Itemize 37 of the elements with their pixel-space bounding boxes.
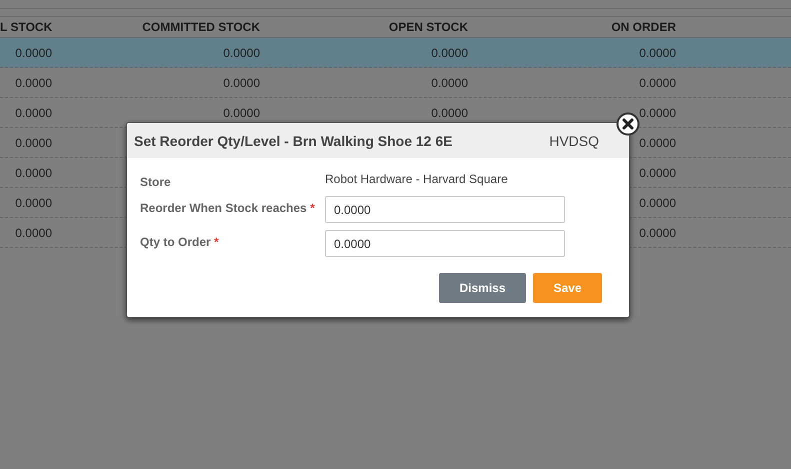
dismiss-button[interactable]: Dismiss (439, 273, 526, 303)
table-cell: 0.0000 (15, 106, 52, 120)
table-cell: 0.0000 (639, 106, 676, 120)
table-cell: 0.0000 (431, 46, 468, 60)
save-button[interactable]: Save (533, 273, 602, 303)
table-cell: 0.0000 (15, 46, 52, 60)
field-label: Reorder When Stock reaches * (140, 200, 316, 215)
input-field[interactable]: 0.0000 (325, 196, 565, 223)
table-cell: 0.0000 (223, 106, 260, 120)
table-cell: 0.0000 (639, 226, 676, 240)
dialog-title: Set Reorder Qty/Level - Brn Walking Shoe 12 6E (134, 132, 452, 148)
table-cell: 0.0000 (15, 226, 52, 240)
table-cell: 0.0000 (431, 106, 468, 120)
store-value: Robot Hardware - Harvard Square (325, 171, 509, 186)
input-field[interactable]: 0.0000 (325, 230, 565, 257)
column-header: OPEN STOCK (388, 20, 469, 34)
column-header: COMMITTED STOCK (141, 20, 261, 34)
field-label: Qty to Order * (140, 234, 220, 249)
required-mark: * (310, 201, 315, 215)
required-mark: * (214, 235, 219, 249)
column-header: L STOCK (0, 20, 54, 34)
table-cell: 0.0000 (15, 196, 52, 210)
table-cell: 0.0000 (15, 76, 52, 90)
table-cell: 0.0000 (431, 76, 468, 90)
store-code: HVDSQ (549, 132, 599, 148)
table-cell: 0.0000 (639, 46, 676, 60)
column-header: ON ORDER (610, 20, 677, 34)
table-cell: 0.0000 (15, 166, 52, 180)
table-cell: 0.0000 (639, 166, 676, 180)
table-cell: 0.0000 (223, 76, 260, 90)
table-cell: 0.0000 (223, 46, 260, 60)
table-cell: 0.0000 (15, 136, 52, 150)
table-cell: 0.0000 (639, 136, 676, 150)
table-row[interactable]: 0.0000 0.0000 0.0000 0.0000 (0, 38, 791, 68)
store-label: Store (140, 174, 172, 189)
table-cell: 0.0000 (639, 196, 676, 210)
table-cell: 0.0000 (639, 76, 676, 90)
